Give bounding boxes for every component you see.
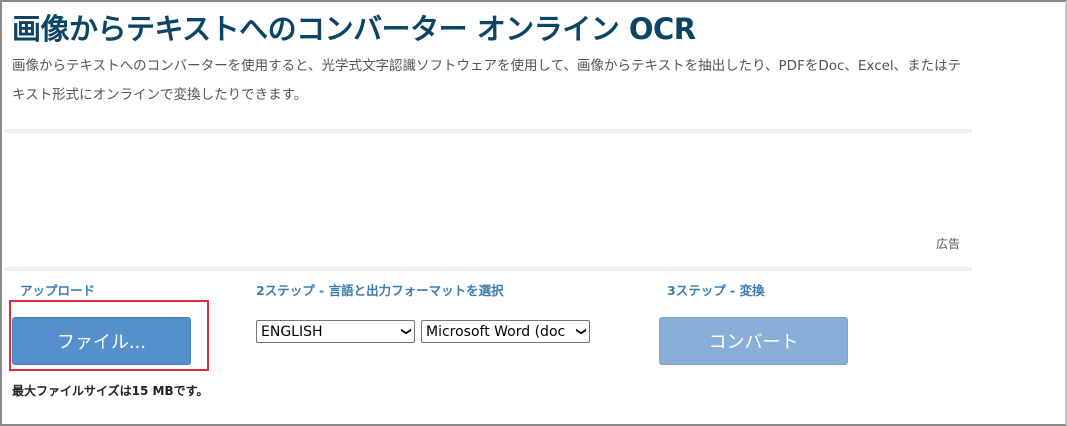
divider (4, 129, 972, 133)
divider (4, 267, 972, 271)
step3-heading: 3ステップ - 変換 (667, 283, 765, 298)
file-upload-button[interactable]: ファイル... (12, 317, 191, 365)
step1-heading: アップロード (20, 283, 96, 298)
page-description: 画像からテキストへのコンバーターを使用すると、光学式文字認識ソフトウェアを使用し… (12, 58, 962, 103)
page-title: 画像からテキストへのコンバーター オンライン OCR (12, 12, 696, 46)
ad-label: 広告 (936, 237, 961, 251)
language-select[interactable]: ENGLISH ❯ (256, 320, 415, 343)
chevron-down-icon: ❯ (575, 327, 587, 336)
step2-heading: 2ステップ - 言語と出力フォーマットを選択 (256, 283, 504, 298)
format-select[interactable]: Microsoft Word (doc ❯ (421, 320, 590, 343)
format-value: Microsoft Word (doc (426, 323, 566, 340)
convert-button[interactable]: コンバート (659, 317, 848, 365)
chevron-down-icon: ❯ (400, 327, 412, 336)
language-value: ENGLISH (261, 323, 323, 340)
max-file-size-note: 最大ファイルサイズは15 MBです。 (12, 384, 209, 398)
